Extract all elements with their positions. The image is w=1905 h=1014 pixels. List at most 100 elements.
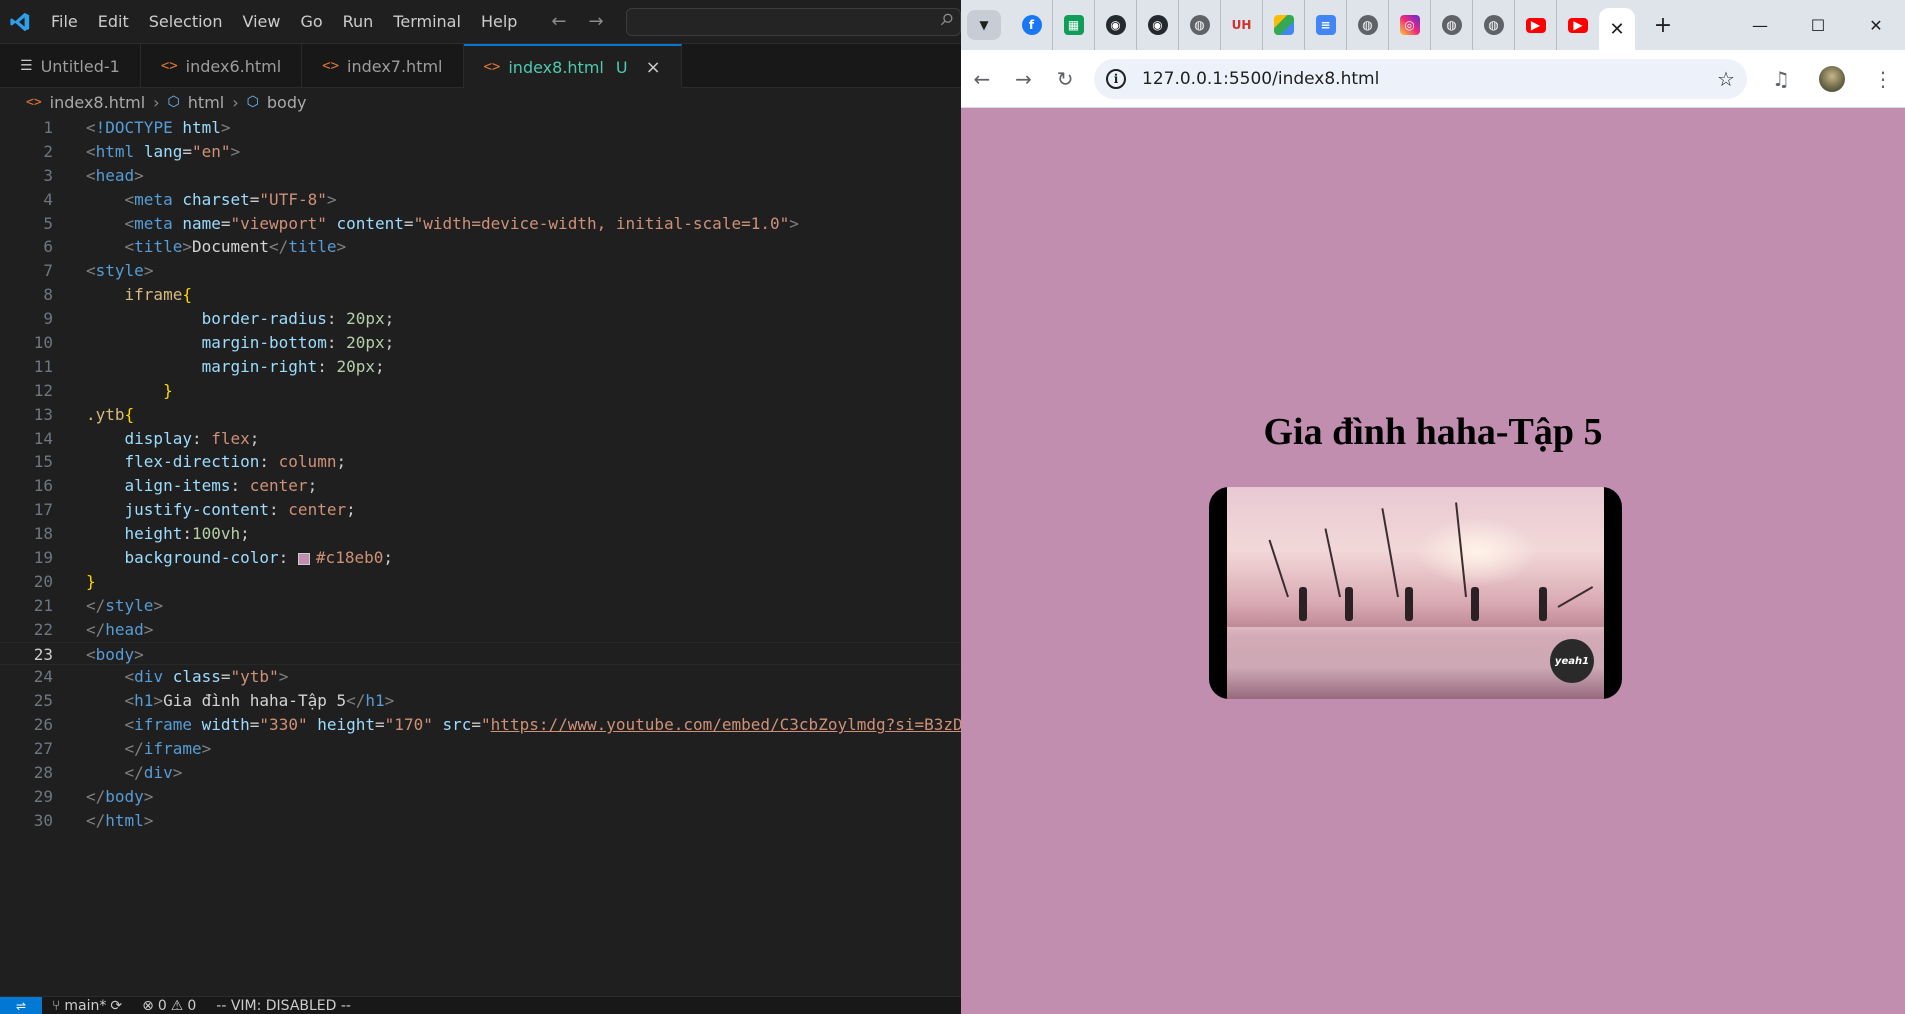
html-file-icon: <> <box>322 58 340 74</box>
google-docs-icon: ≡ <box>1315 15 1336 35</box>
breadcrumb-html[interactable]: html <box>188 93 224 112</box>
code-line: 25 <h1>Gia đình haha-Tập 5</h1> <box>33 691 395 711</box>
vscode-logo-icon <box>0 0 41 44</box>
youtube-icon: ▶ <box>1525 17 1546 33</box>
person-figure <box>1405 587 1413 621</box>
tab-github-2[interactable]: ◉ <box>1137 0 1179 50</box>
person-figure <box>1299 587 1307 621</box>
tab-globe[interactable]: ◍ <box>1179 0 1221 50</box>
code-line: 22 </head> <box>33 619 154 639</box>
bookmark-star-icon[interactable]: ☆ <box>1717 67 1735 91</box>
git-branch-icon: ⑂ <box>52 997 61 1014</box>
person-figure <box>1539 587 1547 621</box>
back-icon[interactable]: ← <box>961 57 1003 101</box>
tab-youtube-2[interactable]: ▶ <box>1557 0 1599 50</box>
code-editor[interactable]: 1 <!DOCTYPE html> 2 <html lang="en"> 3 <hea… <box>0 116 961 996</box>
forward-icon[interactable]: → <box>1003 57 1045 101</box>
code-line: 5 <meta name="viewport" content="width=d… <box>43 213 799 233</box>
tab-untitled-1[interactable]: ☰ Untitled-1 <box>0 44 141 88</box>
pole <box>1324 528 1341 598</box>
html-file-icon: <> <box>160 58 178 74</box>
tab-label: index6.html <box>185 56 282 76</box>
new-tab-plus-icon[interactable]: + <box>1645 7 1681 43</box>
minimize-icon[interactable]: — <box>1731 16 1789 35</box>
tab-facebook[interactable]: f <box>1011 0 1053 50</box>
tab-label: index8.html <box>508 57 604 77</box>
pinned-tabs: f ▦ ◉ ◉ ◍ UH ≡ ◍ ◎ ◍ ◍ ▶ ▶ <box>1011 0 1599 50</box>
tab-google-sheets[interactable]: ▦ <box>1053 0 1095 50</box>
status-bar: ⇌ ⑂ main* ⟳ ⊗ 0 ⚠ 0 -- VIM: DISABLED -- <box>0 996 961 1014</box>
vscode-window: File Edit Selection View Go Run Terminal… <box>0 0 961 1014</box>
search-icon <box>940 13 953 25</box>
active-tab-close-icon[interactable]: ✕ <box>1599 8 1635 50</box>
forward-arrow-icon[interactable]: → <box>589 11 604 32</box>
menu-selection[interactable]: Selection <box>139 12 233 31</box>
color-swatch[interactable] <box>297 552 310 565</box>
instagram-icon: ◎ <box>1399 15 1420 35</box>
untracked-badge: U <box>615 57 628 77</box>
menu-view[interactable]: View <box>232 12 290 31</box>
text-file-icon: ☰ <box>20 58 33 74</box>
back-arrow-icon[interactable]: ← <box>551 11 566 32</box>
person-figure <box>1471 587 1479 621</box>
person-figure <box>1345 587 1353 621</box>
close-icon[interactable]: × <box>646 57 661 78</box>
address-bar[interactable]: i 127.0.0.1:5500/index8.html ☆ <box>1094 58 1747 99</box>
git-branch[interactable]: ⑂ main* ⟳ <box>42 998 132 1014</box>
menu-run[interactable]: Run <box>333 12 384 31</box>
globe-icon: ◍ <box>1483 15 1504 35</box>
reload-icon[interactable]: ↻ <box>1044 57 1086 101</box>
menu-go[interactable]: Go <box>290 12 332 31</box>
close-window-icon[interactable]: ✕ <box>1847 16 1905 35</box>
site-info-icon[interactable]: i <box>1106 68 1127 89</box>
youtube-icon: ▶ <box>1568 17 1588 33</box>
tab-index6[interactable]: <> index6.html <box>141 44 303 88</box>
command-center-search[interactable] <box>625 7 961 36</box>
menu-terminal[interactable]: Terminal <box>383 12 471 31</box>
globe-icon: ◍ <box>1357 15 1378 35</box>
vim-status[interactable]: -- VIM: DISABLED -- <box>206 998 361 1014</box>
url-text[interactable]: 127.0.0.1:5500/index8.html <box>1142 69 1717 89</box>
more-menu-icon[interactable]: ⋮ <box>1861 57 1905 101</box>
tab-google-drive[interactable] <box>1263 0 1305 50</box>
code-line: 16 align-items: center; <box>33 476 318 496</box>
window-controls: — ☐ ✕ <box>1731 0 1905 50</box>
menu-help[interactable]: Help <box>471 12 527 31</box>
tab-globe-2[interactable]: ◍ <box>1347 0 1389 50</box>
code-line: 29 </body> <box>33 786 154 806</box>
code-line: 9 border-radius: 20px; <box>43 309 395 329</box>
code-line: 11 margin-right: 20px; <box>33 356 385 376</box>
problems-indicator[interactable]: ⊗ 0 ⚠ 0 <box>132 998 206 1014</box>
tab-index7[interactable]: <> index7.html <box>302 44 464 88</box>
tab-instagram[interactable]: ◎ <box>1389 0 1431 50</box>
page-viewport: Gia đình haha-Tập 5 yeah1 <box>969 108 1897 1006</box>
breadcrumb-file[interactable]: index8.html <box>50 93 145 112</box>
tab-google-docs[interactable]: ≡ <box>1305 0 1347 50</box>
media-control-icon[interactable]: ♫ <box>1759 57 1803 101</box>
menu-edit[interactable]: Edit <box>88 12 139 31</box>
remote-icon[interactable]: ⇌ <box>0 996 42 1014</box>
tab-github[interactable]: ◉ <box>1095 0 1137 50</box>
code-line: 24 <div class="ytb"> <box>33 667 289 687</box>
tab-globe-3[interactable]: ◍ <box>1431 0 1473 50</box>
error-count: 0 <box>157 997 167 1014</box>
tab-globe-4[interactable]: ◍ <box>1473 0 1515 50</box>
code-line: 14 display: flex; <box>33 428 260 448</box>
menu-file[interactable]: File <box>41 12 88 31</box>
code-line-current: 23 <body> <box>0 641 961 666</box>
code-line: 27 </iframe> <box>33 739 212 759</box>
youtube-embed[interactable]: yeah1 <box>1209 487 1622 699</box>
profile-avatar[interactable] <box>1818 65 1845 92</box>
maximize-icon[interactable]: ☐ <box>1789 16 1847 35</box>
pole <box>1381 508 1399 598</box>
code-line: 8 iframe{ <box>43 285 192 305</box>
github-icon: ◉ <box>1105 15 1126 35</box>
tab-index8[interactable]: <> index8.html U × <box>463 44 682 88</box>
tab-hcmute[interactable]: UH <box>1221 0 1263 50</box>
globe-icon: ◍ <box>1441 15 1462 35</box>
tab-search-chevron-icon[interactable]: ▼ <box>967 10 1001 40</box>
tab-youtube[interactable]: ▶ <box>1515 0 1557 50</box>
breadcrumb-body[interactable]: body <box>267 93 307 112</box>
code-line: 30 </html> <box>33 810 154 830</box>
editor-tabs: ☰ Untitled-1 <> index6.html <> index7.ht… <box>0 44 961 88</box>
